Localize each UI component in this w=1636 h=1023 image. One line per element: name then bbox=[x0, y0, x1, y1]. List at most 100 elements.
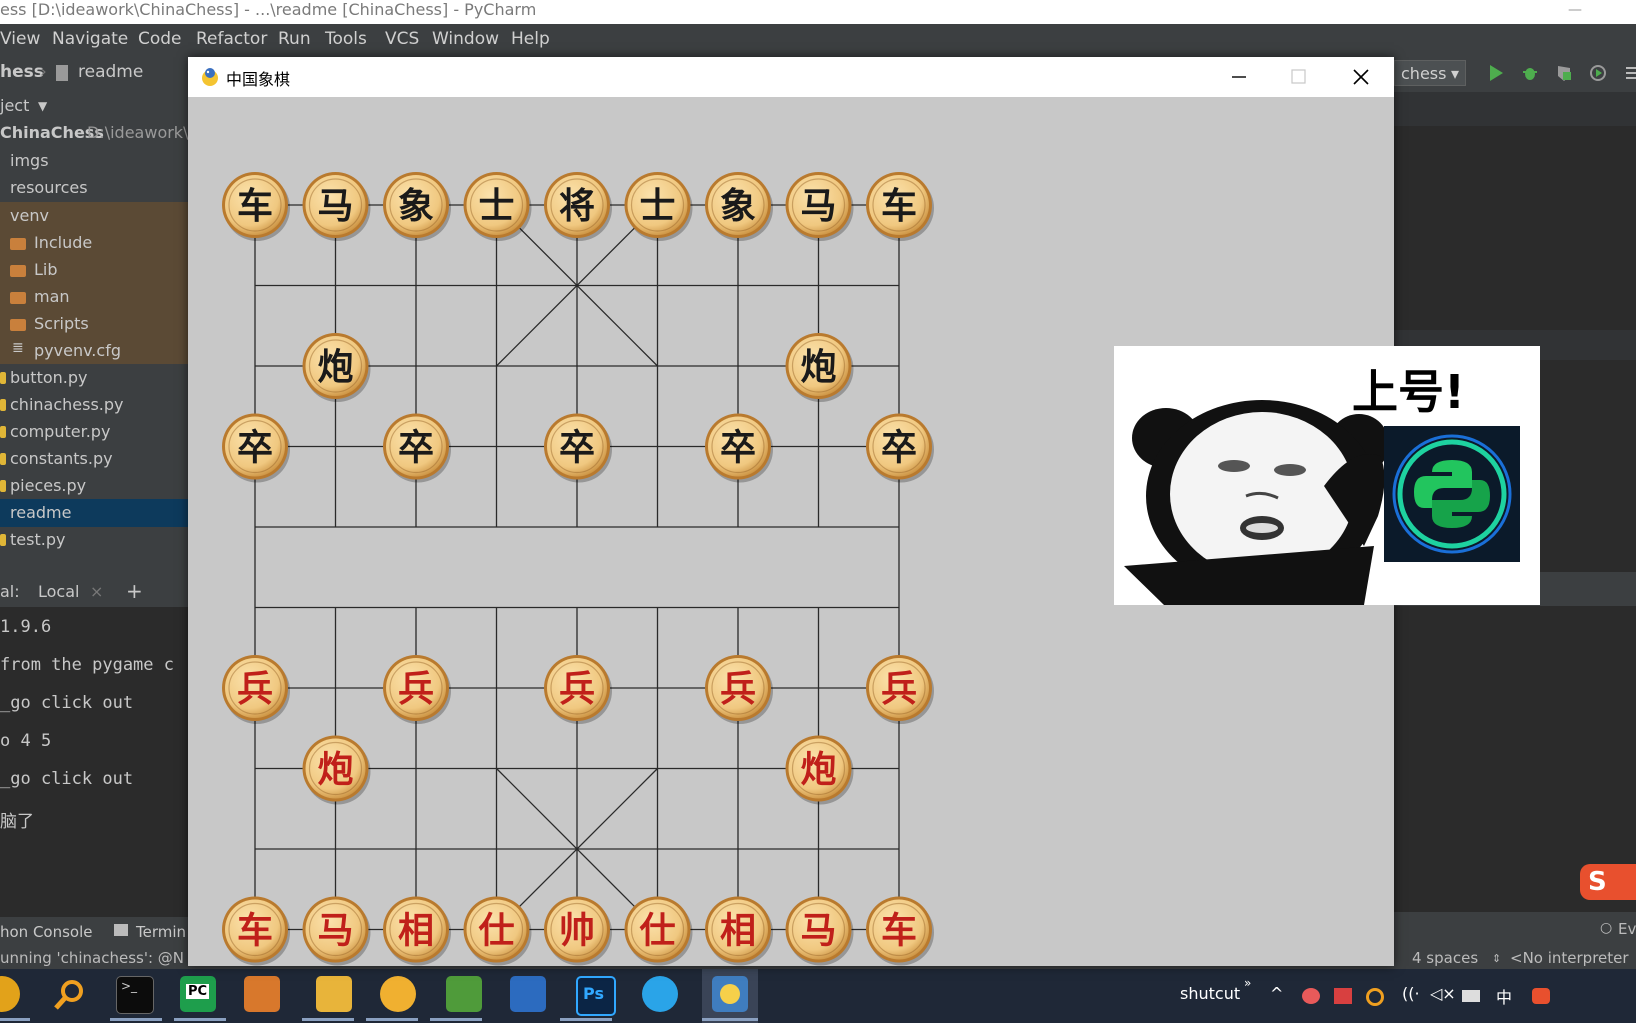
pycharm-glyph: PC bbox=[186, 984, 210, 999]
sogou-tray-icon[interactable] bbox=[1532, 988, 1550, 1004]
project-view-selector[interactable]: ject ▼ bbox=[0, 92, 188, 120]
notes-app-icon[interactable] bbox=[244, 976, 280, 1012]
photoshop-icon[interactable]: Ps bbox=[576, 976, 616, 1016]
cmd-icon[interactable]: >_ bbox=[116, 976, 154, 1014]
python-file-icon bbox=[0, 399, 6, 411]
debug-icon[interactable] bbox=[1522, 64, 1538, 82]
run-config-select[interactable]: chess ▾ bbox=[1394, 60, 1466, 86]
tree-item-chinachess-py[interactable]: chinachess.py bbox=[0, 391, 188, 419]
tree-item-pyvenv[interactable]: ≣ pyvenv.cfg bbox=[0, 337, 188, 364]
menu-run[interactable]: Run bbox=[278, 29, 311, 49]
menu-vcs[interactable]: VCS bbox=[385, 29, 419, 49]
tool-window-tabs: hon Console Termin bbox=[0, 917, 188, 947]
breadcrumb-separator-icon: › bbox=[40, 62, 47, 82]
python-file-icon bbox=[0, 480, 6, 492]
piece-label: 卒 bbox=[398, 428, 434, 469]
maximize-button[interactable] bbox=[1268, 57, 1330, 97]
menu-tools[interactable]: Tools bbox=[325, 29, 367, 49]
taskbar-running-indicator bbox=[702, 1018, 758, 1021]
tree-root-path: D:\ideawork\ bbox=[87, 123, 188, 142]
terminal-tab-local[interactable]: Local bbox=[38, 582, 79, 601]
piece-label: 炮 bbox=[800, 347, 836, 388]
tray-shortcut-label[interactable]: shutcut bbox=[1180, 984, 1240, 1003]
event-log-label[interactable]: Ev bbox=[1618, 920, 1636, 938]
tree-label: constants.py bbox=[10, 449, 113, 468]
piece-label: 马 bbox=[317, 186, 353, 227]
piece-label: 兵 bbox=[398, 669, 434, 710]
security-shield-icon[interactable] bbox=[1334, 988, 1352, 1004]
feather-app-icon[interactable] bbox=[642, 976, 678, 1012]
file-explorer-icon[interactable] bbox=[316, 976, 352, 1012]
tree-item-imgs[interactable]: imgs bbox=[0, 147, 188, 175]
tree-item-computer-py[interactable]: computer.py bbox=[0, 418, 188, 446]
tree-item-man[interactable]: man bbox=[0, 283, 188, 310]
tree-item-scripts[interactable]: Scripts bbox=[0, 310, 188, 337]
search-icon[interactable] bbox=[52, 978, 86, 1012]
tree-item-root[interactable]: ChinaChess D:\ideawork\ bbox=[0, 119, 188, 147]
tree-label: readme bbox=[10, 503, 72, 522]
menu-navigate[interactable]: Navigate bbox=[52, 29, 128, 49]
search-icon[interactable]: ○ bbox=[1600, 920, 1612, 936]
sogou-ime-badge[interactable]: S bbox=[1580, 864, 1636, 900]
game-title-bar: 中国象棋 bbox=[188, 57, 1394, 97]
photos-icon[interactable] bbox=[510, 976, 546, 1012]
tree-item-button-py[interactable]: button.py bbox=[0, 364, 188, 392]
tree-item-resources[interactable]: resources bbox=[0, 174, 188, 202]
minimize-button[interactable] bbox=[1208, 57, 1270, 97]
python-file-icon bbox=[0, 453, 6, 465]
ime-indicator[interactable]: 中 bbox=[1496, 984, 1512, 1008]
close-icon[interactable]: × bbox=[90, 582, 103, 601]
python-game-icon[interactable] bbox=[712, 976, 748, 1012]
tab-terminal[interactable]: Termin bbox=[136, 923, 186, 941]
ide-minimize-button[interactable]: — bbox=[1568, 0, 1582, 20]
tree-item-include[interactable]: Include bbox=[0, 229, 188, 256]
add-icon[interactable]: + bbox=[126, 579, 143, 603]
taskbar-running-indicator bbox=[430, 1018, 482, 1021]
chevron-right-icon[interactable]: » bbox=[1244, 976, 1251, 990]
tree-item-constants-py[interactable]: constants.py bbox=[0, 445, 188, 473]
qq-icon[interactable] bbox=[380, 976, 416, 1012]
menu-code[interactable]: Code bbox=[138, 29, 182, 49]
breadcrumb-file[interactable]: readme bbox=[78, 62, 143, 82]
piece-label: 马 bbox=[800, 186, 836, 227]
folder-icon bbox=[10, 292, 26, 304]
status-interpreter[interactable]: <No interpreter bbox=[1510, 949, 1629, 967]
notepad-plus-icon[interactable] bbox=[446, 976, 482, 1012]
menu-view[interactable]: View bbox=[0, 29, 40, 49]
chevron-up-icon[interactable]: ^ bbox=[1270, 984, 1283, 1003]
profile-icon[interactable] bbox=[1590, 64, 1606, 82]
tab-python-console[interactable]: hon Console bbox=[0, 923, 93, 941]
volume-muted-icon[interactable]: ◁× bbox=[1430, 984, 1456, 1003]
status-indent[interactable]: 4 spaces bbox=[1412, 949, 1478, 967]
terminal-output[interactable]: 1.9.6 from the pygame c _go click out o … bbox=[0, 607, 188, 917]
piece-label: 兵 bbox=[559, 669, 595, 710]
tree-item-venv[interactable]: venv bbox=[0, 202, 188, 229]
menu-window[interactable]: Window bbox=[432, 29, 499, 49]
menu-help[interactable]: Help bbox=[511, 29, 550, 49]
tree-item-readme[interactable]: readme bbox=[0, 499, 188, 527]
wifi-icon[interactable]: ((· bbox=[1402, 984, 1420, 1003]
tray-app-icon[interactable] bbox=[1302, 988, 1320, 1004]
more-actions-icon[interactable] bbox=[1624, 64, 1636, 82]
tree-label: imgs bbox=[10, 151, 49, 170]
tree-item-pieces-py[interactable]: pieces.py bbox=[0, 472, 188, 500]
coverage-icon[interactable] bbox=[1556, 64, 1572, 82]
config-file-icon: ≣ bbox=[12, 340, 24, 356]
pycharm-icon[interactable]: PC bbox=[180, 976, 216, 1012]
status-run-message: unning 'chinachess': @N bbox=[0, 949, 185, 967]
menu-refactor[interactable]: Refactor bbox=[196, 29, 267, 49]
piece-label: 兵 bbox=[720, 669, 756, 710]
piece-label: 士 bbox=[478, 186, 514, 227]
breadcrumb-project[interactable]: hess bbox=[0, 62, 44, 82]
tree-item-lib[interactable]: Lib bbox=[0, 256, 188, 283]
piece-label: 卒 bbox=[720, 428, 756, 469]
run-icon[interactable] bbox=[1488, 64, 1504, 82]
piece-label: 仕 bbox=[639, 911, 675, 952]
chevron-down-icon: ▼ bbox=[38, 99, 48, 113]
search-tray-icon[interactable] bbox=[1366, 988, 1384, 1006]
battery-icon[interactable] bbox=[1462, 990, 1480, 1002]
game-window-title: 中国象棋 bbox=[226, 70, 291, 89]
tree-item-test-py[interactable]: test.py bbox=[0, 526, 188, 554]
piece-label: 卒 bbox=[881, 428, 917, 469]
close-button[interactable] bbox=[1330, 57, 1392, 97]
